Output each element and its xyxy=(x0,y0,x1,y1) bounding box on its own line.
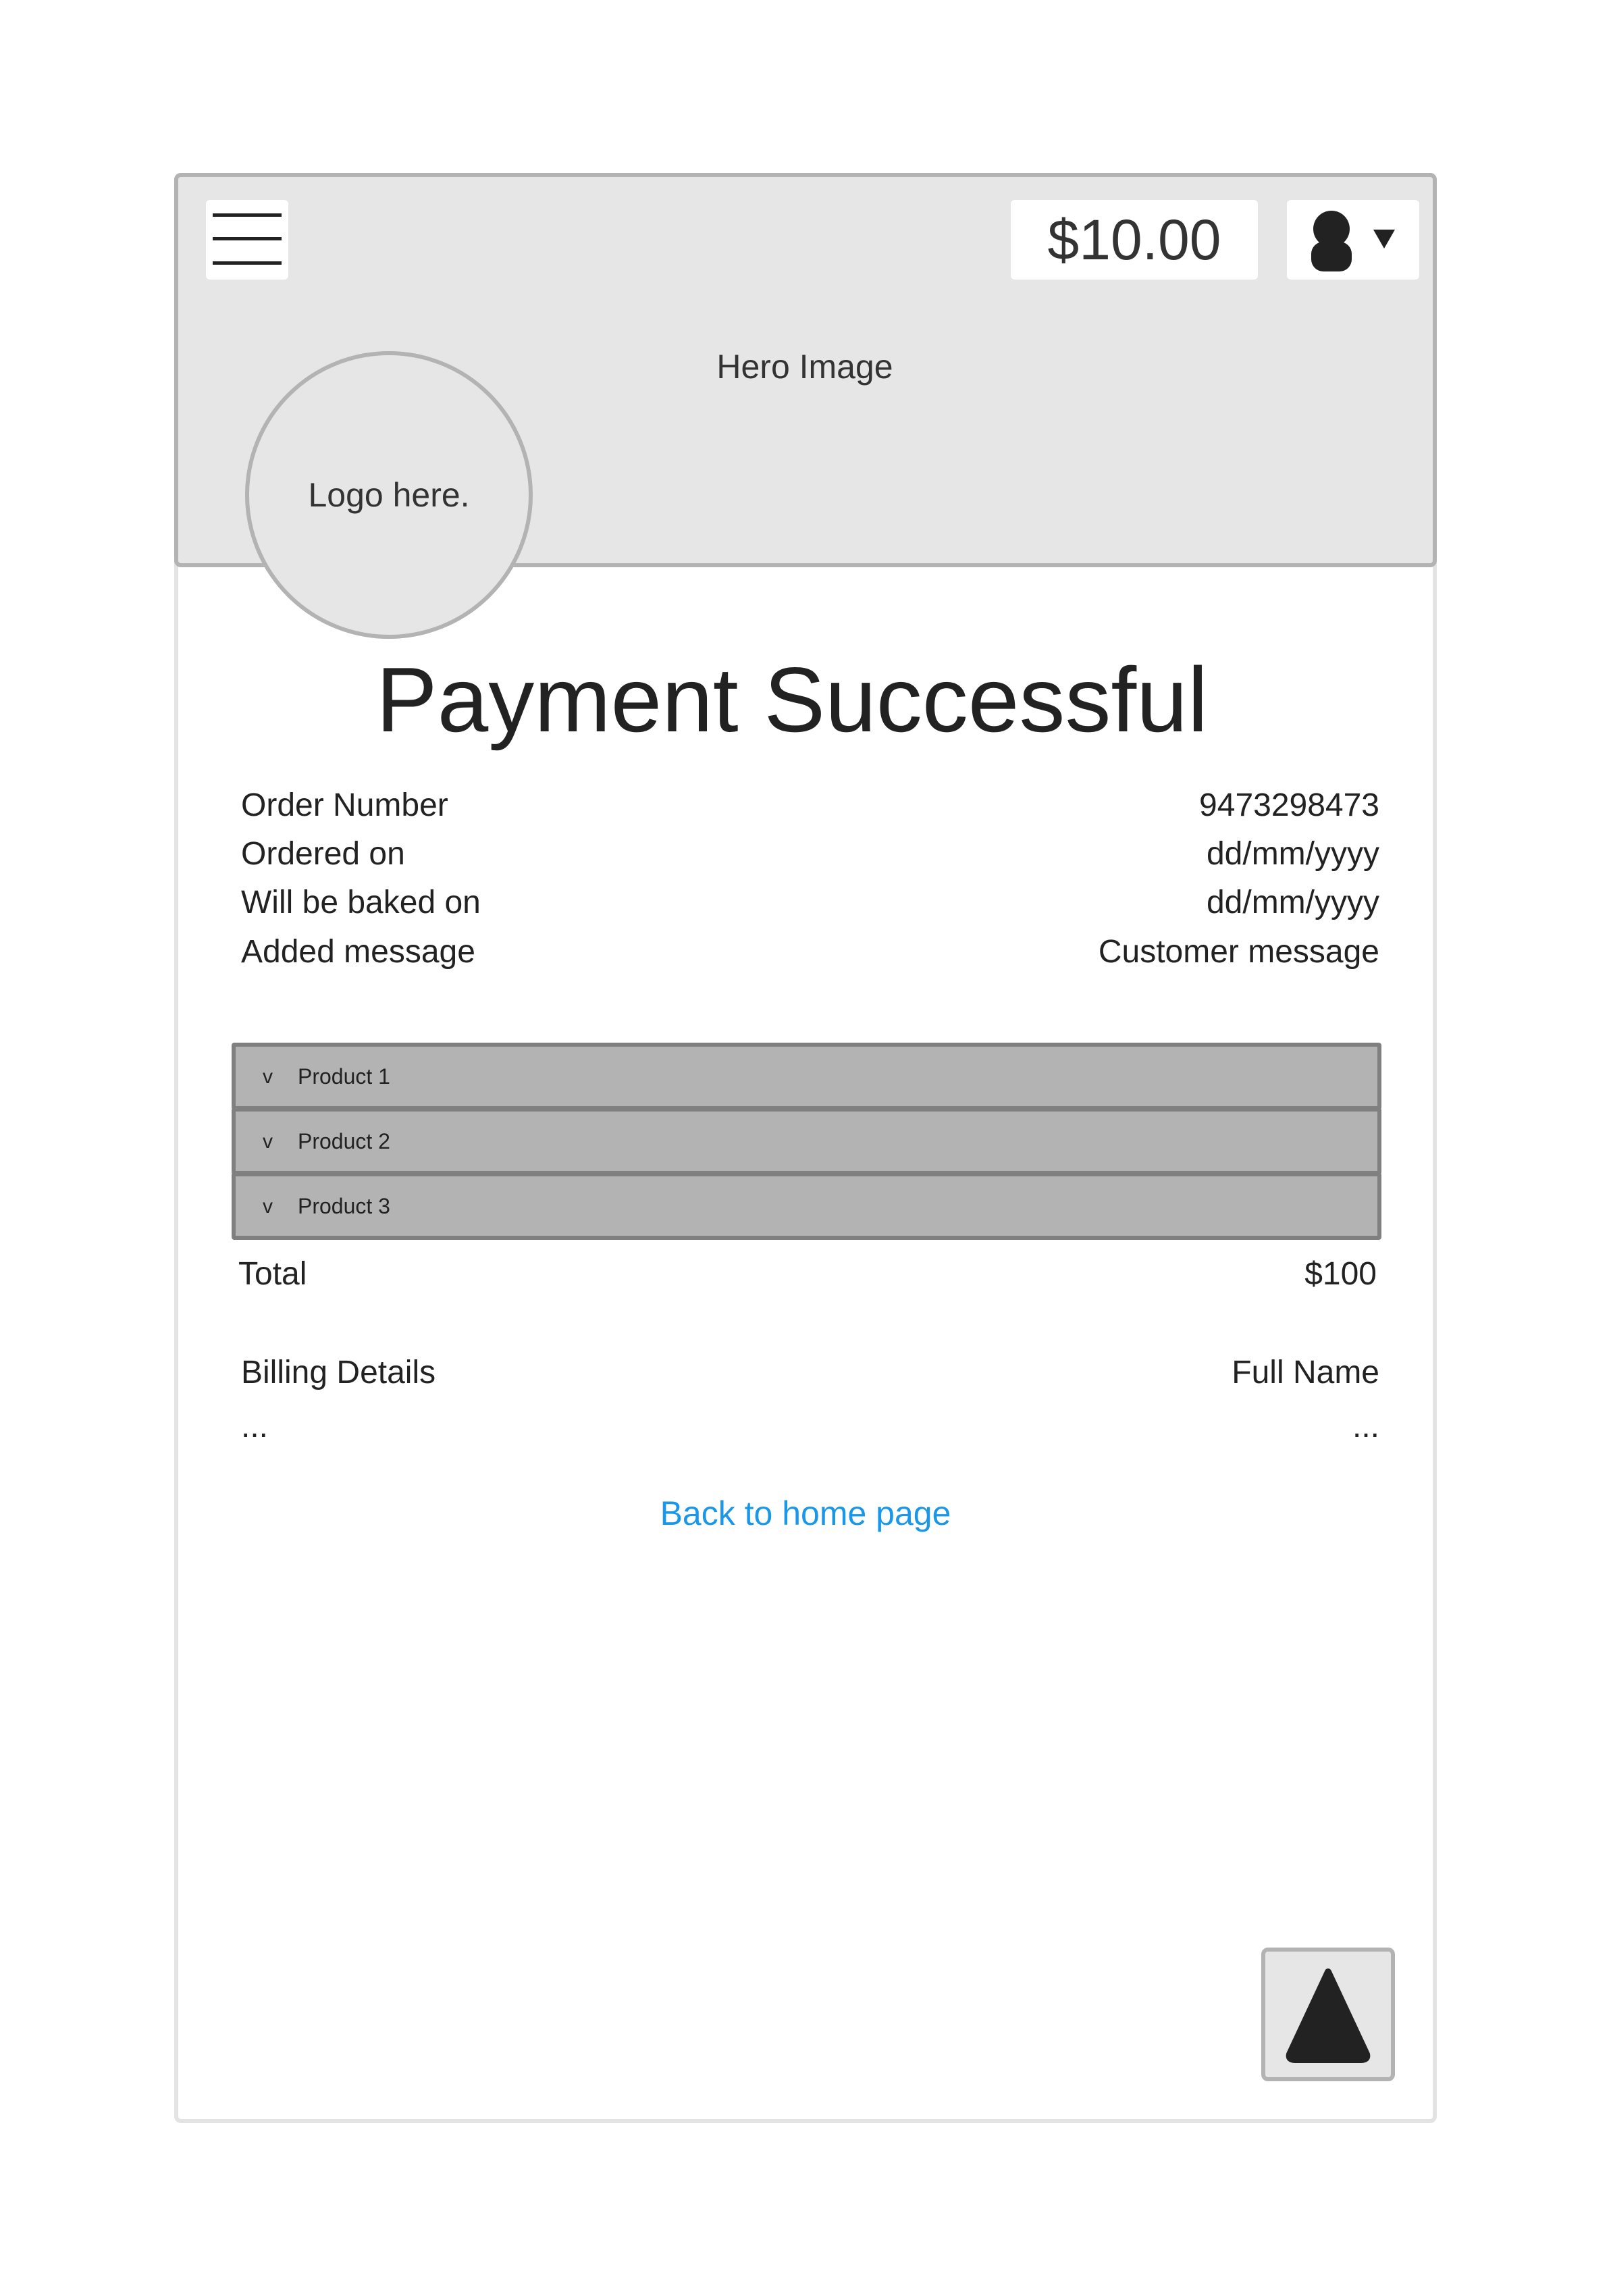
billing-label: Billing Details xyxy=(241,1355,436,1390)
user-menu-button[interactable] xyxy=(1287,200,1419,280)
detail-value: 9473298473 xyxy=(1199,787,1379,823)
detail-label: Added message xyxy=(241,934,475,970)
scroll-to-top-button[interactable] xyxy=(1261,1948,1395,2081)
chevron-down-icon: v xyxy=(263,1130,273,1153)
added-message-row: Added message Customer message xyxy=(241,932,1379,972)
back-to-home-link[interactable]: Back to home page xyxy=(603,1494,1008,1533)
logo[interactable]: Logo here. xyxy=(245,351,533,639)
order-number-row: Order Number 9473298473 xyxy=(241,785,1379,826)
billing-more-left: ... xyxy=(241,1409,269,1444)
caret-down-icon xyxy=(1373,230,1395,249)
billing-more-right: ... xyxy=(1352,1409,1379,1444)
product-name: Product 1 xyxy=(298,1064,390,1089)
total-row: Total $100 xyxy=(238,1254,1377,1295)
product-name: Product 3 xyxy=(298,1194,390,1218)
detail-label: Will be baked on xyxy=(241,885,481,920)
balance-amount: $10.00 xyxy=(1047,207,1221,271)
product-name: Product 2 xyxy=(298,1129,390,1153)
ordered-on-row: Ordered on dd/mm/yyyy xyxy=(241,834,1379,875)
detail-value: dd/mm/yyyy xyxy=(1206,885,1379,920)
detail-value: dd/mm/yyyy xyxy=(1206,836,1379,872)
triangle-up-icon xyxy=(1286,1968,1371,2063)
menu-button[interactable] xyxy=(206,200,288,280)
cart-balance-button[interactable]: $10.00 xyxy=(1011,200,1258,280)
billing-row: Billing Details Full Name xyxy=(241,1353,1379,1393)
billing-more-row: ... ... xyxy=(241,1407,1379,1447)
total-label: Total xyxy=(238,1256,307,1292)
detail-label: Ordered on xyxy=(241,836,405,872)
total-value: $100 xyxy=(1304,1256,1377,1292)
user-icon xyxy=(1311,211,1395,271)
hero-image-label: Hero Image xyxy=(716,348,893,386)
logo-text: Logo here. xyxy=(308,476,470,514)
chevron-down-icon: v xyxy=(263,1066,273,1088)
detail-value: Customer message xyxy=(1098,934,1379,970)
page-title: Payment Successful xyxy=(375,648,1209,751)
chevron-down-icon: v xyxy=(263,1195,273,1218)
detail-label: Order Number xyxy=(241,787,448,823)
product-accordion-item[interactable]: v Product 3 xyxy=(232,1172,1381,1240)
billing-name: Full Name xyxy=(1232,1355,1379,1390)
product-accordion-item[interactable]: v Product 1 xyxy=(232,1043,1381,1110)
product-accordion-item[interactable]: v Product 2 xyxy=(232,1107,1381,1175)
baked-on-row: Will be baked on dd/mm/yyyy xyxy=(241,883,1379,923)
